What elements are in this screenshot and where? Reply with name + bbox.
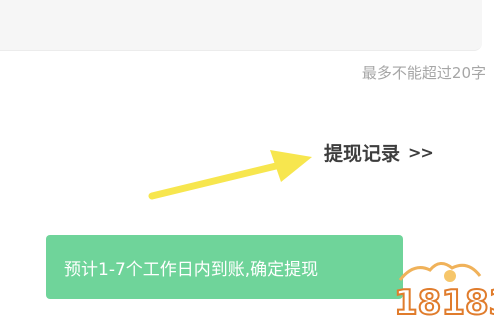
withdrawal-record-link[interactable]: 提现记录 >>	[324, 139, 434, 166]
svg-text:18183: 18183	[394, 283, 494, 323]
double-chevron-right-icon: >>	[408, 143, 434, 162]
char-limit-hint: 最多不能超过20字	[361, 64, 486, 82]
remark-input-field[interactable]	[0, 0, 482, 51]
confirm-withdraw-label: 预计1-7个工作日内到账,确定提现	[64, 259, 319, 280]
confirm-withdraw-button[interactable]: 预计1-7个工作日内到账,确定提现	[46, 235, 403, 299]
site-watermark-logo: 18183	[393, 262, 494, 324]
withdrawal-record-label: 提现记录	[324, 143, 401, 165]
